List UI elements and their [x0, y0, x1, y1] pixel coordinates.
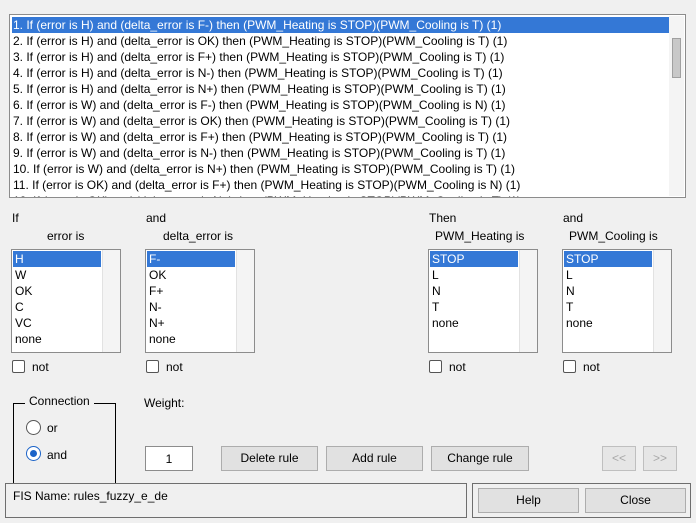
fis-name-panel: FIS Name: rules_fuzzy_e_de [5, 483, 467, 518]
pwm-heating-is-label: PWM_Heating is [435, 229, 525, 243]
list-item[interactable]: F- [147, 251, 235, 267]
rule-row[interactable]: 4. If (error is H) and (delta_error is N… [12, 65, 503, 81]
and-radio-label: and [47, 448, 68, 462]
fis-name-text: FIS Name: rules_fuzzy_e_de [13, 489, 168, 503]
list-item[interactable]: none [430, 315, 518, 331]
delta-error-listbox[interactable]: none N+ N- F+ OK F- [145, 249, 255, 353]
list-item[interactable]: N- [147, 299, 235, 315]
list-item[interactable]: STOP [430, 251, 518, 267]
list-item[interactable]: N [430, 283, 518, 299]
delta-error-listbox-scrollbar[interactable] [236, 250, 254, 352]
list-item[interactable]: none [564, 315, 652, 331]
rule-row[interactable]: 2. If (error is H) and (delta_error is O… [12, 33, 507, 49]
and-label-1: and [146, 211, 167, 225]
list-item[interactable]: C [13, 299, 101, 315]
delta-error-not-label: not [166, 360, 183, 374]
error-listbox-scrollbar[interactable] [102, 250, 120, 352]
delta-error-not-checkbox[interactable] [146, 360, 159, 373]
list-item[interactable]: L [430, 267, 518, 283]
list-item[interactable]: VC [13, 315, 101, 331]
list-item[interactable]: L [564, 267, 652, 283]
list-item[interactable]: N+ [147, 315, 235, 331]
if-label: If [12, 211, 19, 225]
error-is-label: error is [47, 229, 85, 243]
rule-row[interactable]: 7. If (error is W) and (delta_error is O… [12, 113, 510, 129]
rule-row[interactable]: 8. If (error is W) and (delta_error is F… [12, 129, 507, 145]
help-button[interactable]: Help [478, 488, 579, 513]
bottom-button-panel: Help Close [472, 483, 691, 518]
rule-row[interactable]: 11. If (error is OK) and (delta_error is… [12, 177, 520, 193]
close-button[interactable]: Close [585, 488, 686, 513]
weight-label: Weight: [144, 396, 185, 410]
change-rule-button[interactable]: Change rule [431, 446, 529, 471]
next-button[interactable]: >> [643, 446, 677, 471]
rule-row[interactable]: 5. If (error is H) and (delta_error is N… [12, 81, 506, 97]
error-not-label: not [32, 360, 49, 374]
list-item[interactable]: N [564, 283, 652, 299]
pwm-cooling-not-label: not [583, 360, 600, 374]
add-rule-button[interactable]: Add rule [326, 446, 423, 471]
rule-row[interactable]: 6. If (error is W) and (delta_error is F… [12, 97, 506, 113]
pwm-cooling-not-checkbox[interactable] [563, 360, 576, 373]
delta-error-is-label: delta_error is [163, 229, 234, 243]
list-item[interactable]: STOP [564, 251, 652, 267]
connection-group [13, 403, 116, 484]
rules-scrollbar-thumb[interactable] [672, 38, 681, 78]
list-item[interactable]: none [147, 331, 235, 347]
list-item[interactable]: none [13, 331, 101, 347]
pwm-heating-not-checkbox[interactable] [429, 360, 442, 373]
error-listbox[interactable]: none VC C OK W H [11, 249, 121, 353]
rule-row[interactable]: 9. If (error is W) and (delta_error is N… [12, 145, 505, 161]
or-radio[interactable] [26, 420, 41, 435]
list-item[interactable]: F+ [147, 283, 235, 299]
and-radio[interactable] [26, 446, 41, 461]
and-label-2: and [563, 211, 584, 225]
delete-rule-button[interactable]: Delete rule [221, 446, 318, 471]
list-item[interactable]: H [13, 251, 101, 267]
pwm-cooling-is-label: PWM_Cooling is [569, 229, 658, 243]
rule-row[interactable]: 3. If (error is H) and (delta_error is F… [12, 49, 504, 65]
connection-title: Connection [25, 394, 94, 408]
rules-scrollbar[interactable] [669, 16, 684, 196]
list-item[interactable]: T [564, 299, 652, 315]
pwm-heating-listbox[interactable]: none T N L STOP [428, 249, 538, 353]
error-not-checkbox[interactable] [12, 360, 25, 373]
rule-row[interactable]: 10. If (error is W) and (delta_error is … [12, 161, 515, 177]
list-item[interactable]: OK [13, 283, 101, 299]
rules-list[interactable]: 1. If (error is H) and (delta_error is F… [9, 14, 686, 198]
pwm-cooling-listbox[interactable]: none T N L STOP [562, 249, 672, 353]
list-item[interactable]: OK [147, 267, 235, 283]
rule-row[interactable]: 12. If (error is OK) and (delta_error is… [12, 193, 521, 197]
then-label: Then [429, 211, 457, 225]
pwm-heating-not-label: not [449, 360, 466, 374]
list-item[interactable]: T [430, 299, 518, 315]
weight-input[interactable] [145, 446, 193, 471]
list-item[interactable]: W [13, 267, 101, 283]
rule-row[interactable]: 1. If (error is H) and (delta_error is F… [12, 17, 670, 33]
pwm-heating-listbox-scrollbar[interactable] [519, 250, 537, 352]
previous-button[interactable]: << [602, 446, 636, 471]
pwm-cooling-listbox-scrollbar[interactable] [653, 250, 671, 352]
or-label: or [47, 421, 58, 435]
